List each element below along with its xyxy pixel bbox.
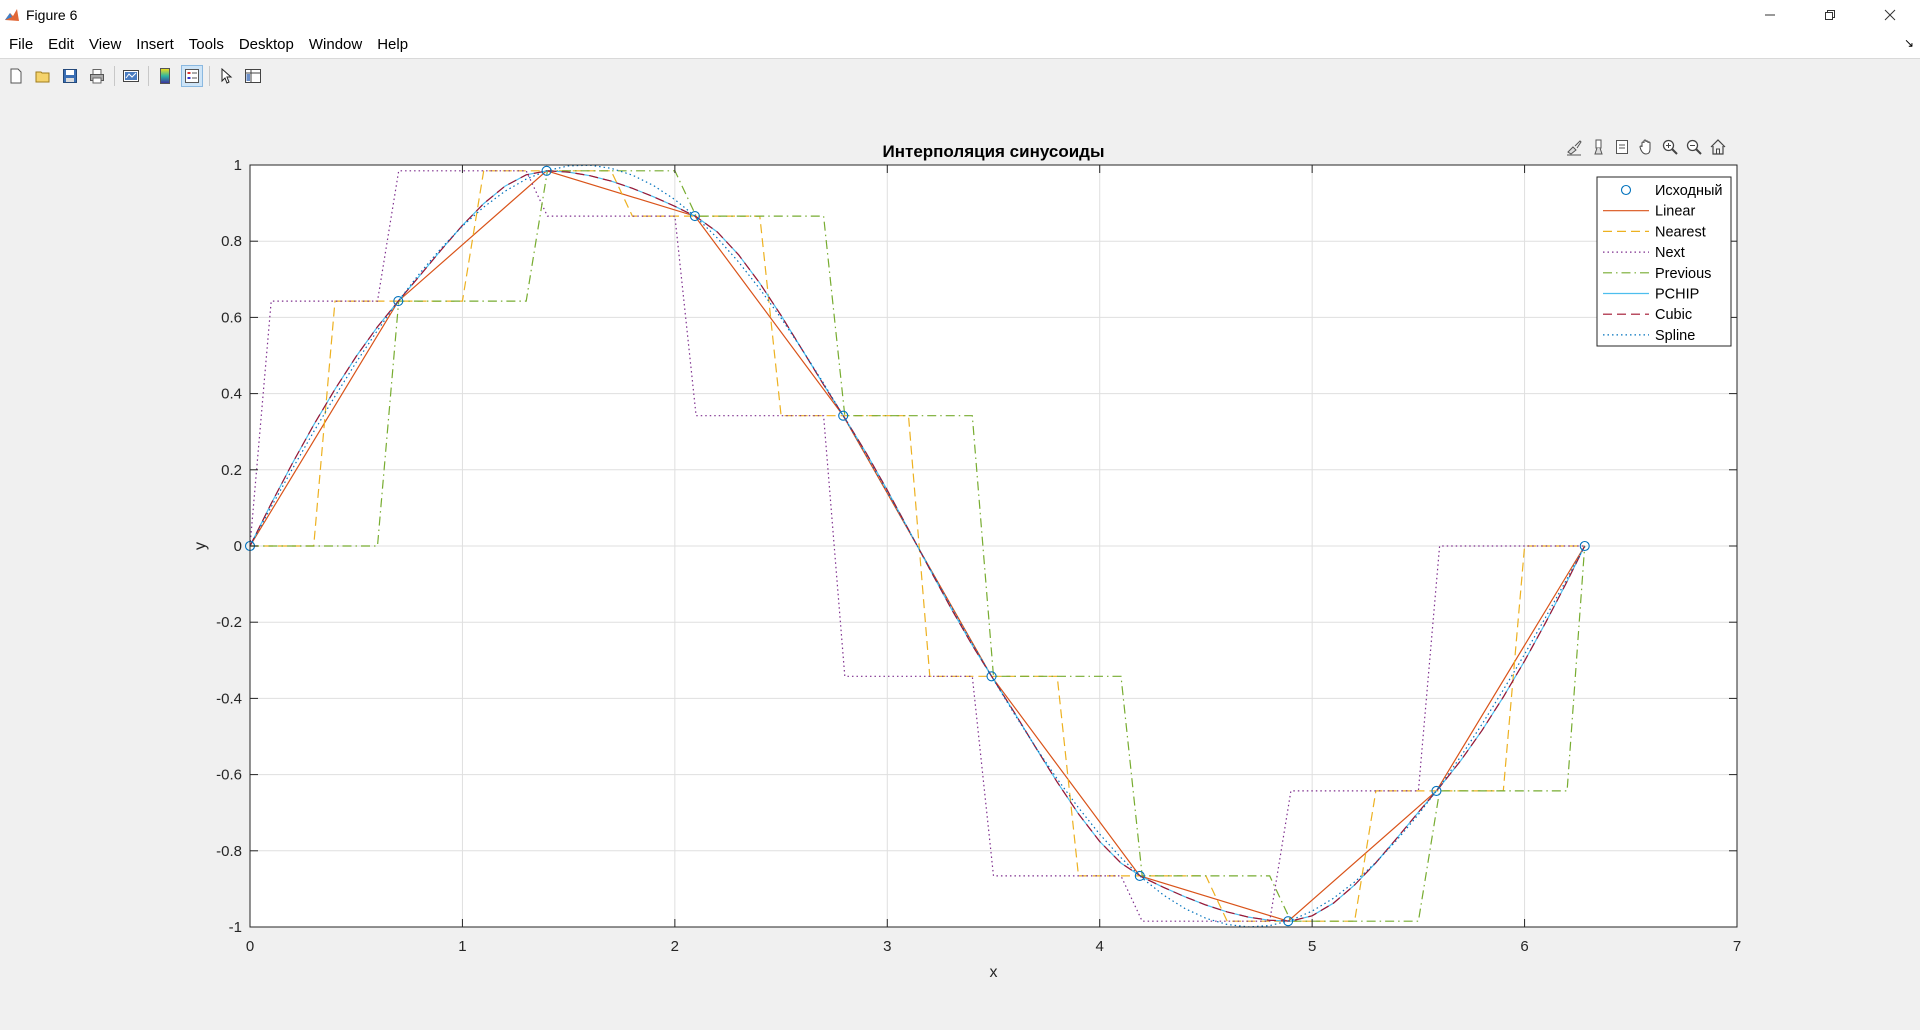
toolbar-separator [114, 66, 115, 86]
property-inspector-button[interactable] [242, 65, 264, 87]
close-icon [1884, 9, 1896, 21]
figure-toolbar [0, 58, 1920, 94]
menu-desktop[interactable]: Desktop [232, 36, 301, 53]
legend-icon [185, 69, 199, 83]
axes-toolbar [1562, 136, 1730, 158]
window-title-bar: Figure 6 [0, 0, 1920, 30]
minimize-button[interactable] [1740, 0, 1800, 30]
new-figure-icon [10, 68, 22, 84]
menu-view[interactable]: View [82, 36, 128, 53]
print-button[interactable] [86, 65, 108, 87]
open-file-button[interactable] [32, 65, 54, 87]
pan-icon [1639, 139, 1651, 155]
export-button[interactable] [1610, 136, 1634, 158]
property-inspector-icon [245, 69, 261, 83]
menu-bar: File Edit View Insert Tools Desktop Wind… [0, 30, 1920, 58]
toolbar-separator [148, 66, 149, 86]
print-icon [90, 69, 104, 84]
toolbar-separator [209, 66, 210, 86]
restore-icon [1825, 10, 1835, 20]
zoom-out-icon [1686, 139, 1702, 155]
data-tips-icon [1594, 139, 1603, 155]
zoom-out-button[interactable] [1682, 136, 1706, 158]
dock-figure-icon[interactable]: ↘ [1904, 36, 1914, 50]
menu-help[interactable]: Help [370, 36, 415, 53]
menu-edit[interactable]: Edit [41, 36, 81, 53]
home-button[interactable] [1706, 136, 1730, 158]
colorbar-icon [160, 68, 170, 84]
new-figure-button[interactable] [5, 65, 27, 87]
home-icon [1710, 139, 1726, 155]
menu-tools[interactable]: Tools [182, 36, 231, 53]
save-button[interactable] [59, 65, 81, 87]
menu-insert[interactable]: Insert [129, 36, 181, 53]
restore-button[interactable] [1800, 0, 1860, 30]
brush-button[interactable] [1562, 136, 1586, 158]
link-plot-button[interactable] [120, 65, 142, 87]
brush-icon [1567, 140, 1582, 156]
minimize-icon [1765, 14, 1775, 16]
pointer-icon [221, 68, 233, 84]
matlab-icon [4, 7, 20, 23]
export-icon [1616, 140, 1628, 154]
close-button[interactable] [1860, 0, 1920, 30]
open-file-icon [35, 71, 50, 83]
zoom-in-button[interactable] [1658, 136, 1682, 158]
data-tips-button[interactable] [1586, 136, 1610, 158]
link-plot-icon [123, 70, 139, 82]
figure-area [0, 93, 1920, 1030]
window-title: Figure 6 [26, 7, 78, 23]
legend-button[interactable] [181, 65, 203, 87]
menu-file[interactable]: File [2, 36, 40, 53]
menu-window[interactable]: Window [302, 36, 369, 53]
colorbar-button[interactable] [154, 65, 176, 87]
save-icon [63, 69, 77, 83]
pointer-button[interactable] [215, 65, 237, 87]
zoom-in-icon [1662, 139, 1678, 155]
pan-button[interactable] [1634, 136, 1658, 158]
